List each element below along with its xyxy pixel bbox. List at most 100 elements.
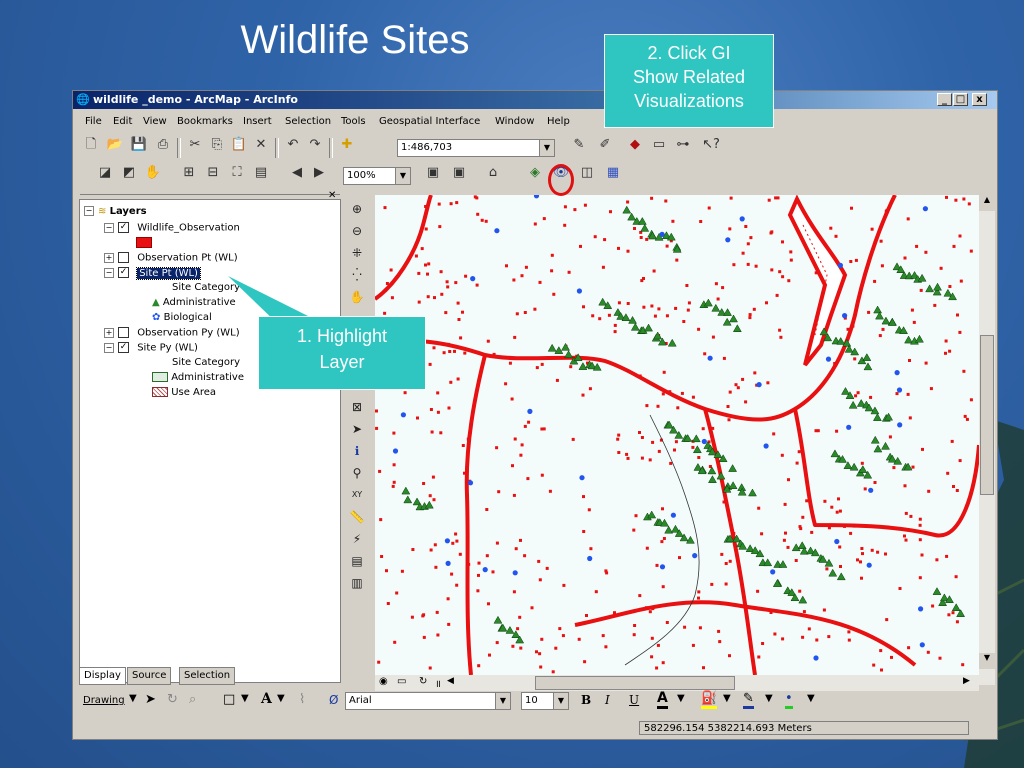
- collapse-icon[interactable]: −: [104, 222, 114, 233]
- close-button[interactable]: x: [972, 93, 987, 106]
- back-extent-icon[interactable]: ◀: [287, 163, 307, 183]
- layer-visibility-checkbox[interactable]: ✓: [118, 267, 129, 278]
- page-extent-icon[interactable]: ▤: [251, 163, 271, 183]
- tab-selection[interactable]: Selection: [179, 667, 236, 685]
- toc-row-site-pt[interactable]: − ✓ Site Pt (WL): [104, 266, 201, 280]
- line-color-icon[interactable]: ✎: [743, 691, 754, 709]
- chevron-down-icon[interactable]: ▼: [723, 693, 731, 704]
- save-icon[interactable]: 💾: [129, 135, 149, 155]
- cut-icon[interactable]: ✂: [185, 135, 205, 155]
- font-color-button[interactable]: A: [657, 690, 668, 709]
- paste-icon[interactable]: 📋: [229, 135, 249, 155]
- add-data-icon[interactable]: ✚: [337, 135, 357, 155]
- redo-icon[interactable]: ↷: [305, 135, 325, 155]
- rotate-icon[interactable]: ↻: [167, 692, 178, 707]
- menu-window[interactable]: Window: [495, 116, 534, 127]
- chevron-down-icon[interactable]: ▼: [765, 693, 773, 704]
- refresh-icon[interactable]: ↻: [419, 676, 427, 687]
- toc-row-layers[interactable]: − ≋ Layers: [84, 206, 147, 217]
- chevron-down-icon[interactable]: ▼: [395, 168, 410, 184]
- marker-color-icon[interactable]: •: [785, 691, 793, 709]
- tab-source[interactable]: Source: [127, 667, 172, 685]
- toc-row-wildlife-observation[interactable]: − ✓ Wildlife_Observation: [104, 222, 240, 234]
- gi-chart-icon[interactable]: ▦: [603, 163, 623, 183]
- fixed-zoom-out-icon[interactable]: ⊟: [203, 163, 223, 183]
- fixed-zoom-in-icon[interactable]: ⁜: [347, 243, 367, 263]
- chevron-down-icon[interactable]: ▼: [241, 693, 249, 704]
- gi-layer-icon[interactable]: ◈: [525, 163, 545, 183]
- scroll-up-icon[interactable]: ▲: [979, 195, 995, 211]
- expand-icon[interactable]: +: [104, 327, 114, 338]
- bold-button[interactable]: B: [581, 693, 591, 707]
- full-extent-icon[interactable]: ⛶: [227, 163, 247, 183]
- scroll-left-icon[interactable]: ◀: [447, 676, 454, 686]
- print-icon[interactable]: ⎙: [153, 135, 173, 155]
- map-vertical-scrollbar[interactable]: ▲ ▼: [979, 195, 995, 685]
- select-elements-icon[interactable]: ➤: [145, 692, 156, 707]
- menu-view[interactable]: View: [143, 116, 167, 127]
- close-icon[interactable]: ✕: [328, 190, 336, 201]
- hyperlink-icon[interactable]: ⚡: [347, 529, 367, 549]
- menu-selection[interactable]: Selection: [285, 116, 331, 127]
- find-icon[interactable]: ⚲: [347, 463, 367, 483]
- menu-insert[interactable]: Insert: [243, 116, 272, 127]
- collapse-icon[interactable]: −: [104, 267, 114, 278]
- chevron-down-icon[interactable]: ▼: [553, 693, 568, 709]
- layer-visibility-checkbox[interactable]: ✓: [118, 222, 129, 233]
- measure-icon[interactable]: 📏: [347, 507, 367, 527]
- select-elements-icon[interactable]: ⊠: [347, 397, 367, 417]
- identify-icon[interactable]: ℹ: [347, 441, 367, 461]
- fixed-zoom-in-icon[interactable]: ⊞: [179, 163, 199, 183]
- zoom-in-icon[interactable]: ⊕: [347, 199, 367, 219]
- focus-frame-icon[interactable]: ▣: [449, 163, 469, 183]
- pen-icon[interactable]: ✐: [595, 135, 615, 155]
- change-layout-icon[interactable]: ⌂: [483, 163, 503, 183]
- chevron-down-icon[interactable]: ▼: [129, 693, 137, 704]
- chevron-down-icon[interactable]: ▼: [277, 693, 285, 704]
- zoom-out-icon[interactable]: ⊖: [347, 221, 367, 241]
- menu-edit[interactable]: Edit: [113, 116, 132, 127]
- tab-display[interactable]: Display: [79, 667, 126, 685]
- editor-icon[interactable]: ✎: [569, 135, 589, 155]
- toc-row-site-py[interactable]: − ✓ Site Py (WL): [104, 342, 198, 354]
- html-popup-icon[interactable]: ▤: [347, 551, 367, 571]
- scroll-thumb[interactable]: [980, 335, 994, 495]
- arctoolbox-icon[interactable]: ◆: [625, 135, 645, 155]
- pause-drawing-icon[interactable]: ॥: [435, 676, 441, 690]
- edit-vertices-icon[interactable]: ⌇: [299, 692, 305, 707]
- chevron-down-icon[interactable]: ▼: [807, 693, 815, 704]
- menu-bookmarks[interactable]: Bookmarks: [177, 116, 233, 127]
- copy-icon[interactable]: ⎘: [207, 135, 227, 155]
- menu-geospatial-interface[interactable]: Geospatial Interface: [379, 116, 480, 127]
- chevron-down-icon[interactable]: ▼: [495, 693, 510, 709]
- menu-file[interactable]: File: [85, 116, 102, 127]
- toc-row-observation-py[interactable]: + Observation Py (WL): [104, 327, 240, 339]
- layer-visibility-checkbox[interactable]: [118, 252, 129, 263]
- data-view-icon[interactable]: ◉: [379, 676, 388, 687]
- layout-view-icon[interactable]: ▭: [397, 676, 406, 687]
- zoom-selected-icon[interactable]: ◩: [119, 163, 139, 183]
- minimize-button[interactable]: _: [937, 93, 952, 106]
- scroll-down-icon[interactable]: ▼: [979, 653, 995, 669]
- font-combo[interactable]: Arial ▼: [345, 692, 511, 710]
- go-to-xy-icon[interactable]: XY: [347, 485, 367, 505]
- toc-row-observation-pt[interactable]: + Observation Pt (WL): [104, 252, 238, 264]
- forward-extent-icon[interactable]: ▶: [309, 163, 329, 183]
- command-line-icon[interactable]: ▭: [649, 135, 669, 155]
- time-slider-icon[interactable]: ▥: [347, 573, 367, 593]
- scroll-thumb[interactable]: [535, 676, 735, 690]
- underline-button[interactable]: U: [629, 693, 639, 707]
- map-scale-combo[interactable]: 1:486,703 ▼: [397, 139, 555, 157]
- undo-icon[interactable]: ↶: [283, 135, 303, 155]
- new-text-button[interactable]: A: [261, 691, 272, 707]
- pan-icon[interactable]: ✋: [347, 287, 367, 307]
- zoom-combo[interactable]: 100% ▼: [343, 167, 411, 185]
- collapse-icon[interactable]: −: [84, 206, 94, 216]
- layer-visibility-checkbox[interactable]: [118, 327, 129, 338]
- whats-this-icon[interactable]: ↖?: [701, 135, 721, 155]
- maximize-button[interactable]: □: [953, 93, 968, 106]
- zoom-layer-icon[interactable]: ◪: [95, 163, 115, 183]
- layer-visibility-checkbox[interactable]: ✓: [118, 342, 129, 353]
- pan-layout-icon[interactable]: ✋: [143, 163, 163, 183]
- menu-help[interactable]: Help: [547, 116, 570, 127]
